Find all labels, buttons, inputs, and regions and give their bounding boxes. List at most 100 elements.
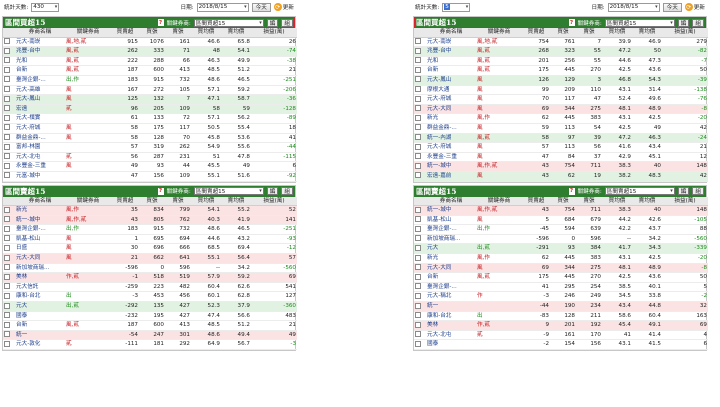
table-row[interactable]: 光和 風,貳 201 256 55 44.6 47.3 -7 [414, 56, 708, 67]
broker-name[interactable]: 康和-台北 [15, 291, 65, 303]
broker-name[interactable]: 新光 [426, 253, 476, 264]
broker-name[interactable]: 永豐金-三重 [15, 161, 65, 172]
group-button[interactable]: 組 [692, 187, 704, 195]
table-row[interactable]: 元富-城中 47 156 109 55.1 51.6 -92 [3, 171, 297, 182]
row-checkbox[interactable] [3, 133, 15, 144]
key-broker-select[interactable]: 區間賣超15 ▾ [604, 187, 675, 195]
row-checkbox[interactable] [414, 123, 426, 134]
help-icon[interactable]: ? [157, 187, 164, 195]
table-row[interactable]: 統一-城中 風,作,貳 43 754 711 38.3 40 148 [414, 161, 708, 172]
broker-name[interactable]: 元大-敦化 [15, 339, 65, 350]
row-checkbox[interactable] [414, 224, 426, 235]
key-broker-select[interactable]: 區間買超15 ▾ [604, 18, 675, 27]
table-row[interactable]: 元大-鳳山風 126 129 3 46.8 54.3 -39 [414, 75, 708, 86]
row-checkbox[interactable] [414, 253, 426, 264]
column-header[interactable]: 買張 [139, 28, 165, 38]
broker-name[interactable]: 元大-府城 [15, 123, 65, 134]
broker-name[interactable]: 統一-城中 [426, 161, 476, 172]
broker-name[interactable]: 元大-府城 [426, 142, 476, 153]
column-header[interactable]: 賣均價 [632, 28, 662, 38]
row-checkbox[interactable] [3, 85, 15, 96]
column-header[interactable]: 損益(萬) [662, 196, 708, 207]
broker-name[interactable]: 臺灣企銀-... [15, 75, 65, 86]
column-header[interactable]: 券商名稱 [426, 196, 476, 207]
key-broker-select[interactable]: 區間賣超15 ▾ [193, 187, 264, 195]
broker-name[interactable]: 元大-南崁 [426, 37, 476, 48]
row-checkbox[interactable] [414, 94, 426, 105]
column-header[interactable]: 買張 [550, 196, 576, 207]
table-row[interactable]: 統一-內湖 風,貳 58 97 39 47.2 46.3 -24 [414, 133, 708, 144]
broker-name[interactable]: 元富-城中 [15, 171, 65, 182]
table-row[interactable]: 康和-台北出 -3 453 456 60.1 62.8 127 [3, 291, 297, 303]
row-checkbox[interactable] [414, 171, 426, 182]
table-row[interactable]: 元大-府城風 70 117 47 52.4 49.6 -76 [414, 94, 708, 105]
row-checkbox[interactable] [3, 113, 15, 124]
broker-name[interactable]: 元大 [15, 301, 65, 312]
column-header[interactable]: 券商名稱 [15, 28, 65, 38]
table-row[interactable]: 凱基-松山風 5 684 679 44.2 42.6 -105 [414, 215, 708, 226]
table-row[interactable]: 美林 作,貳 9 201 192 45.4 49.1 69 [414, 320, 708, 331]
column-header[interactable]: 買張 [139, 196, 165, 207]
column-header[interactable]: 關鍵券商 [65, 28, 111, 38]
column-header[interactable]: 買均價 [602, 196, 632, 207]
broker-name[interactable]: 光和 [426, 56, 476, 67]
row-checkbox[interactable] [414, 161, 426, 172]
broker-name[interactable]: 新加坡商瑞... [426, 234, 476, 245]
edit-button[interactable]: 編 [677, 18, 690, 27]
broker-name[interactable]: 元大-大同 [426, 104, 476, 115]
table-row[interactable]: 新光 風,作 35 834 799 54.1 55.2 52 [3, 205, 297, 216]
row-checkbox[interactable] [414, 243, 426, 255]
row-checkbox[interactable] [414, 339, 426, 350]
row-checkbox[interactable] [3, 263, 15, 274]
row-checkbox[interactable] [414, 133, 426, 144]
column-header[interactable]: 買賣超 [111, 196, 139, 207]
refresh-button[interactable]: ⟳ 更新 [684, 3, 705, 11]
row-checkbox[interactable] [414, 65, 426, 76]
broker-name[interactable]: 元大-鳳山 [426, 75, 476, 86]
broker-name[interactable]: 元大-大同 [15, 253, 65, 264]
broker-name[interactable]: 兆豐-台中 [426, 46, 476, 57]
row-checkbox[interactable] [3, 37, 15, 48]
edit-button[interactable]: 編 [677, 187, 690, 195]
column-header[interactable] [3, 196, 15, 207]
broker-name[interactable]: 統一-城中 [15, 215, 65, 226]
table-row[interactable]: 元大-鳳山風 125 132 7 47.1 58.7 -36 [3, 94, 297, 105]
column-header[interactable]: 券商名稱 [15, 196, 65, 207]
broker-name[interactable]: 摩根大通 [426, 85, 476, 96]
row-checkbox[interactable] [3, 272, 15, 283]
broker-name[interactable]: 宏遠 [15, 104, 65, 115]
table-row[interactable]: 永豐金-三重風 47 84 37 42.9 45.1 12 [414, 152, 708, 163]
table-row[interactable]: 台新 風,貳 187 600 413 48.5 51.2 21 [3, 65, 297, 76]
broker-name[interactable]: 光和 [15, 56, 65, 67]
broker-name[interactable]: 臺灣企銀-... [426, 282, 476, 293]
column-header[interactable]: 賣張 [165, 28, 191, 38]
row-checkbox[interactable] [414, 311, 426, 322]
row-checkbox[interactable] [414, 113, 426, 124]
broker-name[interactable]: 元大-鳳山 [15, 94, 65, 105]
broker-name[interactable]: 統一-城中 [426, 205, 476, 216]
table-row[interactable]: 日盛風 30 696 666 68.5 69.4 -12 [3, 243, 297, 255]
broker-name[interactable]: 元大-高雄 [15, 85, 65, 96]
column-header[interactable]: 損益(萬) [251, 196, 297, 207]
help-icon[interactable]: ? [157, 19, 164, 26]
column-header[interactable]: 賣均價 [221, 196, 251, 207]
broker-name[interactable]: 群益金鼎-... [15, 133, 65, 144]
table-row[interactable]: 新光 風,作 62 445 383 43.1 42.5 -20 [414, 113, 708, 124]
table-row[interactable]: 美林 作,貳 -1 518 519 57.9 59.2 69 [3, 272, 297, 283]
row-checkbox[interactable] [3, 320, 15, 331]
row-checkbox[interactable] [3, 291, 15, 303]
broker-name[interactable]: 國泰 [426, 339, 476, 350]
table-row[interactable]: 兆豐-台中 風,貳 262 333 71 48 54.1 -74 [3, 46, 297, 57]
row-checkbox[interactable] [3, 282, 15, 293]
broker-name[interactable]: 元大-南崁 [15, 37, 65, 48]
column-header[interactable]: 買均價 [602, 28, 632, 38]
row-checkbox[interactable] [414, 85, 426, 96]
broker-name[interactable]: 統一-內湖 [426, 133, 476, 144]
row-checkbox[interactable] [414, 291, 426, 303]
table-row[interactable]: 台新 風,貳 175 445 270 42.5 43.6 50 [414, 272, 708, 283]
row-checkbox[interactable] [3, 94, 15, 105]
row-checkbox[interactable] [3, 123, 15, 134]
table-row[interactable]: 宏遠-嘉前風 43 62 19 38.2 48.3 42 [414, 171, 708, 182]
table-row[interactable]: 新加坡商瑞... -596 0 596 -- 34.2 -560 [414, 234, 708, 245]
table-row[interactable]: 元大 出,貳 -292 135 427 52.3 37.9 -360 [3, 301, 297, 312]
